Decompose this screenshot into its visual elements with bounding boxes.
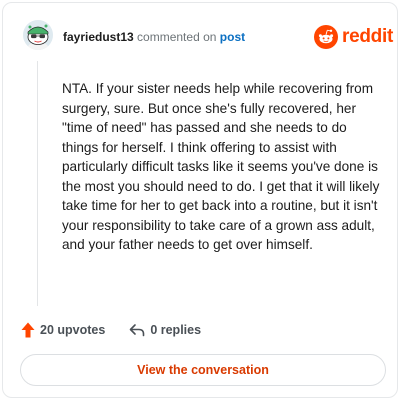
comment-actions: 20 upvotes 0 replies: [21, 321, 201, 339]
thread-line: [37, 61, 38, 306]
commented-on-text: commented on: [137, 30, 217, 44]
upvote-count: 20 upvotes: [40, 323, 106, 337]
comment-text: NTA. If your sister needs help while rec…: [62, 81, 380, 252]
post-link[interactable]: post: [220, 30, 245, 44]
reply-count: 0 replies: [150, 323, 202, 337]
upvote-button[interactable]: 20 upvotes: [21, 322, 105, 338]
upvote-arrow-icon: [21, 322, 35, 338]
view-conversation-button[interactable]: View the conversation: [20, 354, 386, 386]
snoo-avatar-icon: [23, 20, 53, 50]
reddit-snoo-icon: [314, 25, 338, 49]
reddit-logo[interactable]: reddit: [314, 25, 393, 49]
comment-card: fayriedust13 commented on post reddit NT…: [2, 2, 398, 398]
user-avatar[interactable]: [23, 20, 53, 50]
reply-button[interactable]: 0 replies: [129, 323, 201, 337]
reply-arrow-icon: [130, 324, 145, 337]
reddit-wordmark: reddit: [342, 26, 393, 47]
username-link[interactable]: fayriedust13: [63, 30, 134, 44]
comment-header: fayriedust13 commented on post: [63, 30, 245, 44]
